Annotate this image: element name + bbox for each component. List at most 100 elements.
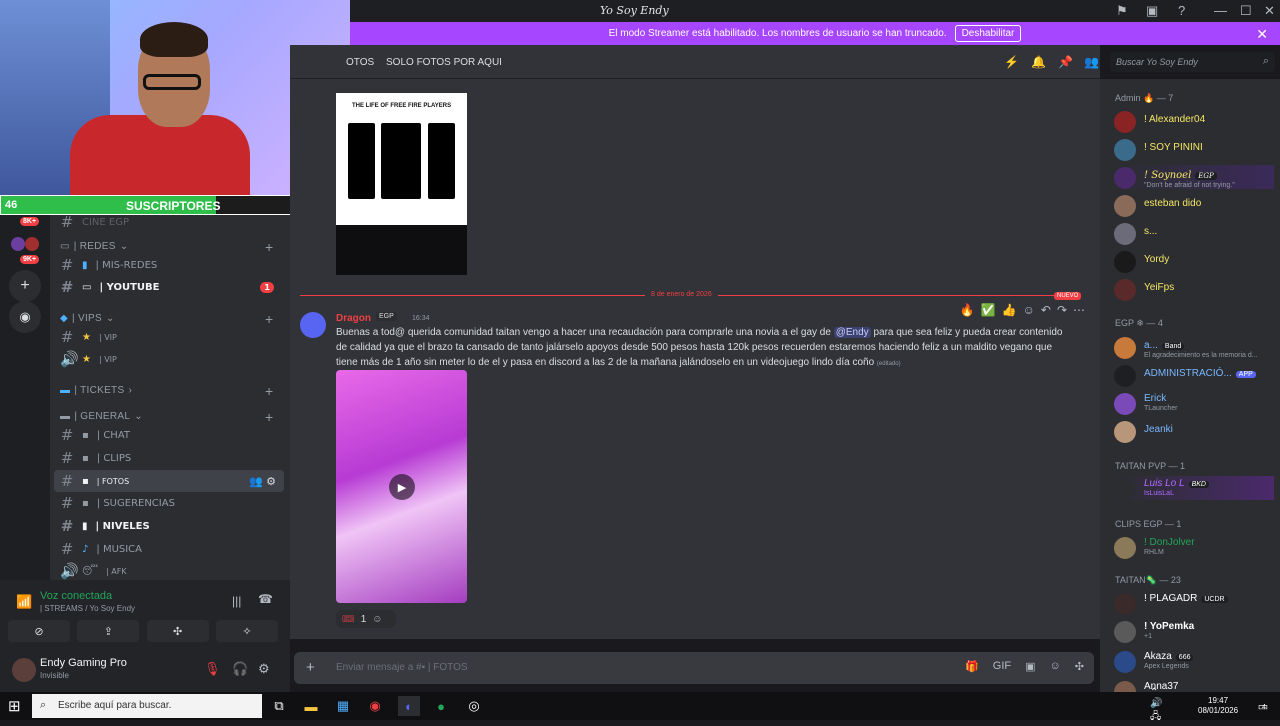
- explore-icon[interactable]: ◉: [9, 301, 41, 333]
- close-icon[interactable]: ✕: [1256, 26, 1268, 43]
- fire-reaction-icon[interactable]: 🔥: [960, 303, 975, 317]
- close-window-button[interactable]: ✕: [1264, 3, 1275, 19]
- category-vips[interactable]: ◆ | VIPS ⌄ +: [60, 311, 273, 327]
- deafen-icon[interactable]: 🎧: [232, 661, 248, 677]
- username[interactable]: Endy Gaming Pro: [40, 657, 127, 669]
- bell-icon[interactable]: 🔔: [1031, 55, 1046, 69]
- voice-channel-name[interactable]: | STREAMS / Yo Soy Endy: [40, 604, 135, 613]
- apps-icon[interactable]: ✣: [1075, 660, 1084, 673]
- channel-vip[interactable]: # ★ | VIP: [54, 326, 284, 348]
- activities-button[interactable]: ✣: [146, 620, 209, 642]
- channel-musica[interactable]: # ♪ | MUSICA: [54, 538, 284, 560]
- discord-icon[interactable]: ◐: [398, 696, 420, 716]
- screen-icon[interactable]: ▣: [1146, 3, 1158, 19]
- disconnect-icon[interactable]: ☎: [258, 592, 273, 606]
- channel-item[interactable]: # CINE EGP: [54, 215, 284, 233]
- soundboard-button[interactable]: ✧: [215, 620, 278, 642]
- member-item[interactable]: YeiFps: [1114, 277, 1274, 301]
- category-general[interactable]: ▬ | GENERAL ⌄ +: [60, 409, 273, 425]
- channel-youtube[interactable]: # ▭ | YOUTUBE 1: [54, 276, 284, 298]
- member-item[interactable]: Akaza 666 Apex Legends: [1114, 649, 1274, 673]
- message-actions: 🔥 ✅ 👍 ☺ ↶ ↷ ⋯: [940, 300, 1085, 320]
- member-item[interactable]: Erick TLauncher: [1114, 391, 1274, 415]
- voice-channel-afk[interactable]: 🔊 😴 | AFK: [54, 560, 284, 580]
- clock[interactable]: 19:47 08/01/2026: [1198, 696, 1238, 716]
- gif-icon[interactable]: GIF: [993, 660, 1011, 673]
- pin-icon[interactable]: 📌: [1058, 55, 1073, 69]
- channel-clips[interactable]: # ▪ | CLIPS: [54, 447, 284, 469]
- screen-share-button[interactable]: ⇪: [77, 620, 140, 642]
- search-input[interactable]: Buscar Yo Soy Endy ⌕: [1110, 52, 1275, 72]
- channel-fotos[interactable]: # ▪ | FOTOS 👥 ⚙: [54, 470, 284, 492]
- file-explorer-icon[interactable]: ▬: [300, 696, 322, 716]
- inbox-icon[interactable]: ⚑: [1116, 3, 1128, 19]
- emoji-icon[interactable]: ☺: [1050, 660, 1061, 673]
- gear-icon[interactable]: ⚙: [258, 661, 270, 677]
- gift-icon[interactable]: 🎁: [965, 660, 979, 673]
- voice-channel-vip[interactable]: 🔊 ★ | VIP: [54, 348, 284, 370]
- attached-video[interactable]: ▶: [336, 370, 467, 603]
- unread-badge: 1: [260, 281, 274, 293]
- avatar[interactable]: [300, 312, 326, 338]
- voice-title[interactable]: Voz conectada: [40, 590, 112, 602]
- channel-niveles[interactable]: # ▮ | NIVELES: [54, 515, 284, 537]
- maximize-button[interactable]: ☐: [1240, 3, 1252, 19]
- threads-icon[interactable]: ⚡: [1004, 55, 1019, 69]
- category-tickets[interactable]: ▬ | TICKETS › +: [60, 383, 273, 399]
- member-item[interactable]: ! PLAGADR UCDR: [1114, 591, 1274, 615]
- member-item[interactable]: ! YoPemka +1: [1114, 619, 1274, 643]
- add-attachment-icon[interactable]: +: [306, 659, 315, 676]
- windows-start-icon[interactable]: ⊞: [8, 697, 21, 715]
- camera-off-button[interactable]: ⊘: [8, 620, 70, 642]
- member-item[interactable]: ! DonJolver RHLM: [1114, 535, 1274, 559]
- guild-tag: EGP: [376, 312, 397, 321]
- forward-icon[interactable]: ↷: [1057, 303, 1067, 317]
- check-reaction-icon[interactable]: ✅: [981, 303, 996, 317]
- sticker-icon[interactable]: ▣: [1025, 660, 1035, 673]
- taskbar-search[interactable]: ⌕ Escribe aquí para buscar.: [32, 694, 262, 718]
- add-server-icon[interactable]: +: [9, 270, 41, 302]
- member-item[interactable]: ! Soynoel EGP "Don't be afraid of not tryi…: [1114, 165, 1274, 189]
- avatar[interactable]: [12, 658, 36, 682]
- spotify-icon[interactable]: ●: [430, 696, 452, 716]
- channel-mis-redes[interactable]: # ▮ | MIS-REDES: [54, 254, 284, 276]
- member-item[interactable]: Anna37: [1114, 679, 1274, 692]
- signal-icon: 📶: [16, 594, 33, 609]
- minimize-button[interactable]: —: [1214, 3, 1227, 18]
- voice-status-panel: 📶 Voz conectada | STREAMS / Yo Soy Endy …: [0, 580, 290, 650]
- server-icon[interactable]: [11, 237, 25, 251]
- mic-muted-icon[interactable]: 🎙: [204, 661, 221, 677]
- member-item[interactable]: ! SOY PININI: [1114, 137, 1274, 161]
- channel-chat[interactable]: # ▪ | CHAT: [54, 424, 284, 446]
- noise-icon[interactable]: |||: [232, 594, 241, 608]
- attached-image[interactable]: THE LIFE OF FREE FIRE PLAYERS: [336, 93, 467, 275]
- user-mention[interactable]: @Endy: [833, 327, 871, 338]
- disable-streamer-button[interactable]: Deshabilitar: [954, 25, 1022, 42]
- server-icon[interactable]: [25, 237, 39, 251]
- chrome-icon[interactable]: ◉: [364, 696, 386, 716]
- thumbs-up-icon[interactable]: 👍: [1002, 303, 1017, 317]
- message-author[interactable]: Dragon: [336, 313, 371, 324]
- more-icon[interactable]: ⋯: [1073, 303, 1085, 317]
- member-item[interactable]: Luis Lo L BKD IsLuisLaL: [1114, 476, 1274, 500]
- member-item[interactable]: ADMINISTRACIÓ... APP: [1114, 363, 1274, 387]
- member-item[interactable]: a... Band El agradecimiento es la memoria …: [1114, 335, 1274, 359]
- members-icon[interactable]: 👥: [1084, 55, 1099, 69]
- reaction-pill[interactable]: 🎟 1 ☺: [336, 610, 396, 628]
- add-reaction-icon[interactable]: ☺: [1023, 303, 1035, 317]
- obs-icon[interactable]: ◎: [463, 696, 485, 716]
- message-composer[interactable]: + Enviar mensaje a #▪ | FOTOS 🎁 GIF ▣ ☺ …: [294, 652, 1094, 684]
- member-item[interactable]: s...: [1114, 221, 1274, 245]
- member-item[interactable]: Yordy: [1114, 249, 1274, 273]
- reply-icon[interactable]: ↶: [1041, 303, 1051, 317]
- play-icon[interactable]: ▶: [389, 474, 415, 500]
- store-icon[interactable]: ▦: [332, 696, 354, 716]
- task-view-icon[interactable]: ⧉: [268, 696, 290, 716]
- member-item[interactable]: ! Alexander04: [1114, 109, 1274, 133]
- tray-icons[interactable]: ⌃ 🔊 🖧: [1150, 687, 1172, 722]
- help-icon[interactable]: ?: [1178, 3, 1185, 18]
- category-redes[interactable]: ▭ | REDES ⌄ +: [60, 239, 273, 255]
- member-item[interactable]: Jeanki: [1114, 419, 1274, 443]
- member-item[interactable]: esteban dido: [1114, 193, 1274, 217]
- channel-sugerencias[interactable]: # ▪ | SUGERENCIAS: [54, 492, 284, 514]
